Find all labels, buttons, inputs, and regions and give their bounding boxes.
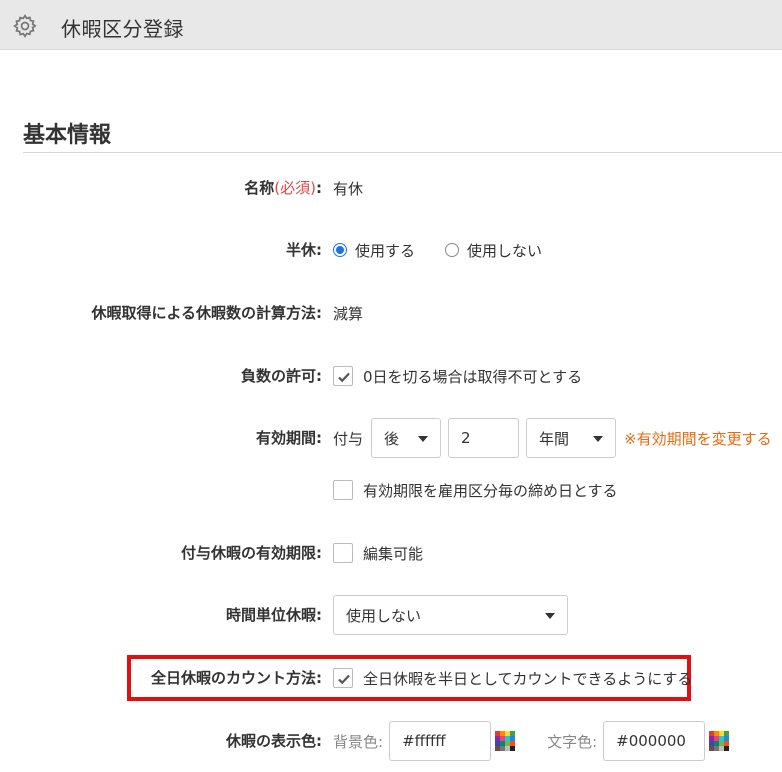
hourly-label: 時間単位休暇: <box>226 606 322 624</box>
checkmark-icon <box>338 372 350 383</box>
section-divider <box>23 152 782 153</box>
validity-unit-select[interactable]: 年間 <box>526 418 617 458</box>
radio-unselected-icon <box>445 243 460 257</box>
fg-color-label: 文字色: <box>547 732 598 751</box>
chevron-down-icon <box>593 436 604 442</box>
bg-color-label: 背景色: <box>333 732 384 751</box>
required-marker: (必須) <box>274 179 316 197</box>
gear-icon[interactable] <box>12 13 38 39</box>
name-label: 名称(必須): <box>244 179 322 197</box>
chevron-down-icon <box>418 436 429 442</box>
calc-method-value: 減算 <box>333 304 364 323</box>
grant-expiry-text: 編集可能 <box>363 544 424 563</box>
negative-text: 0日を切る場合は取得不可とする <box>363 367 583 386</box>
chevron-down-icon <box>545 613 555 619</box>
grant-expiry-row: 付与休暇の有効期限: 編集可能 <box>0 531 782 575</box>
validity-label: 有効期間: <box>256 429 322 447</box>
half-day-row: 半休: 使用する 使用しない <box>0 228 782 272</box>
half-day-use-radio[interactable]: 使用する <box>333 240 415 261</box>
hourly-select[interactable]: 使用しない <box>333 595 568 635</box>
negative-checkbox[interactable] <box>333 366 353 386</box>
validity-closing-row: 有効期限を雇用区分毎の締め日とする <box>0 468 782 512</box>
calc-method-row: 休暇取得による休暇数の計算方法: 減算 <box>0 291 782 335</box>
display-color-row: 休暇の表示色: 背景色: #ffffff 文字色: #000000 <box>0 719 782 763</box>
validity-direction-select[interactable]: 後 <box>371 418 442 458</box>
count-method-text: 全日休暇を半日としてカウントできるようにする <box>363 669 693 688</box>
fg-color-input[interactable]: #000000 <box>603 721 706 761</box>
display-color-label: 休暇の表示色: <box>226 732 322 750</box>
name-row: 名称(必須): 有休 <box>0 166 782 210</box>
section-title: 基本情報 <box>23 123 112 148</box>
radio-selected-icon <box>333 243 347 257</box>
name-value: 有休 <box>333 179 364 198</box>
validity-prefix: 付与 <box>333 429 364 448</box>
validity-amount-input[interactable]: 2 <box>448 418 520 458</box>
checkmark-icon <box>338 674 350 685</box>
page-title: 休暇区分登録 <box>61 17 184 41</box>
count-method-label: 全日休暇のカウント方法: <box>151 669 322 687</box>
negative-label: 負数の許可: <box>241 367 322 385</box>
grant-expiry-checkbox[interactable] <box>333 543 353 563</box>
validity-change-link[interactable]: ※有効期間を変更する <box>624 428 772 449</box>
half-day-not-use-radio[interactable]: 使用しない <box>445 240 542 261</box>
negative-row: 負数の許可: 0日を切る場合は取得不可とする <box>0 354 782 398</box>
grant-expiry-label: 付与休暇の有効期限: <box>181 544 322 562</box>
validity-closing-text: 有効期限を雇用区分毎の締め日とする <box>363 481 618 500</box>
half-day-label: 半休: <box>286 241 322 259</box>
validity-closing-checkbox[interactable] <box>333 480 353 500</box>
title-bar: 休暇区分登録 <box>0 0 782 50</box>
color-palette-icon[interactable] <box>709 731 730 751</box>
validity-row: 有効期間: 付与 後 2 年間 ※有効期間を変更する <box>0 416 782 460</box>
count-method-checkbox[interactable] <box>333 668 353 688</box>
hourly-row: 時間単位休暇: 使用しない <box>0 593 782 637</box>
count-method-row: 全日休暇のカウント方法: 全日休暇を半日としてカウントできるようにする <box>0 656 782 700</box>
color-palette-icon[interactable] <box>495 731 516 751</box>
calc-method-label: 休暇取得による休暇数の計算方法: <box>91 304 322 322</box>
bg-color-input[interactable]: #ffffff <box>389 721 492 761</box>
